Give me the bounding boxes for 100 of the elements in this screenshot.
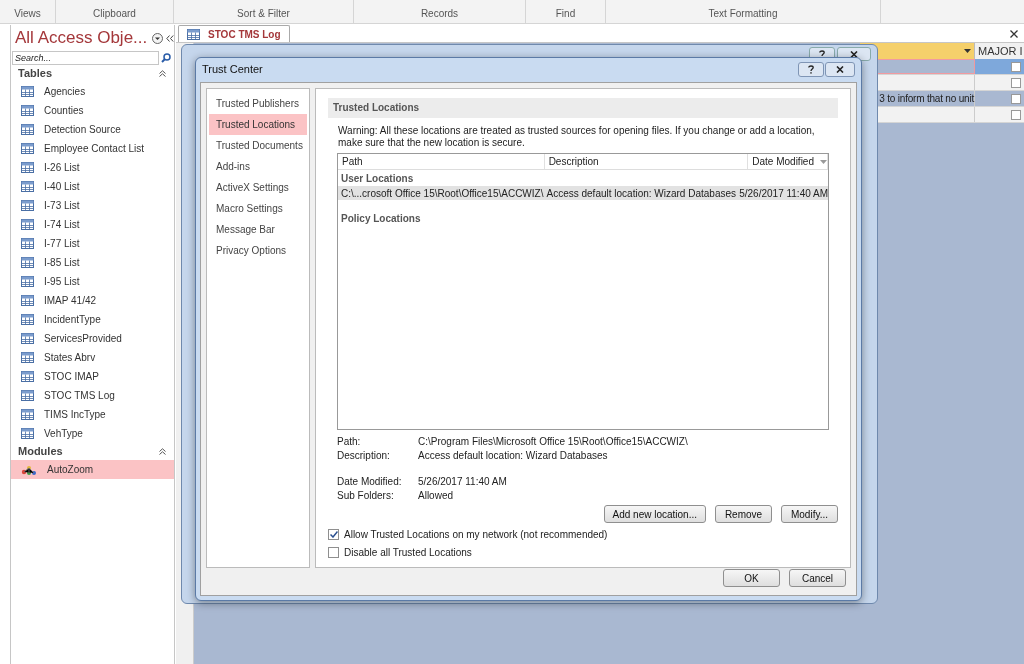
module-icon: [21, 463, 37, 476]
action-button[interactable]: Add new location...: [603, 505, 706, 523]
nav-item[interactable]: Counties: [11, 101, 174, 120]
section-header: Trusted Locations: [328, 98, 838, 118]
table-row[interactable]: C:\...crosoft Office 15\Root\Office15\ACCWIZ\ Access default location: Wizard Databases 5/26/2017 11:40 AM: [338, 186, 828, 200]
nav-item[interactable]: I-95 List: [11, 272, 174, 291]
nav-item[interactable]: I-77 List: [11, 234, 174, 253]
table-icon: [21, 238, 34, 249]
field-label: Path:: [337, 434, 362, 449]
category-item[interactable]: ActiveX Settings: [209, 177, 307, 198]
table-icon: [21, 200, 34, 211]
nav-item[interactable]: IMAP 41/42: [11, 291, 174, 310]
column-header[interactable]: Description: [548, 154, 599, 169]
dialog-button[interactable]: OK: [723, 569, 780, 587]
nav-item[interactable]: I-85 List: [11, 253, 174, 272]
search-field[interactable]: Search...: [12, 51, 159, 65]
table-icon: [21, 295, 34, 306]
group-header: User Locations: [340, 172, 415, 186]
category-item[interactable]: Macro Settings: [209, 198, 307, 219]
collapse-icon[interactable]: [159, 70, 166, 77]
document-tab[interactable]: STOC TMS Log: [178, 25, 290, 42]
checkbox[interactable]: [1011, 77, 1021, 88]
field-value: Access default location: Wizard Databases: [418, 448, 608, 463]
group-header: Policy Locations: [340, 212, 422, 226]
table-icon: [21, 124, 34, 135]
close-icon[interactable]: [1010, 30, 1018, 38]
table-cell[interactable]: [975, 59, 1024, 74]
field-label: Sub Folders:: [337, 488, 395, 503]
close-button[interactable]: [825, 61, 855, 77]
section-header: Modules: [18, 444, 63, 460]
category-item[interactable]: Message Bar: [209, 219, 307, 240]
nav-item[interactable]: Detection Source: [11, 120, 174, 139]
dropdown-icon: [152, 32, 164, 44]
collapse-icon[interactable]: [166, 34, 175, 42]
ribbon-group-label: Find: [555, 7, 576, 21]
collapse-icon[interactable]: [159, 448, 166, 455]
table-cell[interactable]: [975, 107, 1024, 122]
category-item[interactable]: Trusted Publishers: [209, 93, 307, 114]
table-icon: [21, 219, 34, 230]
nav-item[interactable]: STOC TMS Log: [11, 386, 174, 405]
ribbon-group-label: Clipboard: [93, 7, 136, 21]
checkbox[interactable]: [1011, 109, 1021, 120]
table-icon: [21, 276, 34, 287]
table-icon: [21, 371, 34, 382]
nav-item[interactable]: AutoZoom: [11, 460, 174, 479]
nav-item[interactable]: States Abrv: [11, 348, 174, 367]
category-item[interactable]: Privacy Options: [209, 240, 307, 261]
field-value: 5/26/2017 11:40 AM: [418, 474, 507, 489]
category-item[interactable]: Trusted Documents: [209, 135, 307, 156]
field-value: Allowed: [418, 488, 454, 503]
table-icon: [21, 428, 34, 439]
table-icon: [21, 162, 34, 173]
category-item[interactable]: Trusted Locations: [209, 114, 307, 135]
checkbox[interactable]: [328, 528, 339, 540]
ribbon-group-label: Text Formatting: [708, 7, 778, 21]
table-icon: [187, 28, 200, 40]
table-icon: [21, 181, 34, 192]
nav-item[interactable]: Employee Contact List: [11, 139, 174, 158]
table-icon: [21, 409, 34, 420]
nav-item[interactable]: VehType: [11, 424, 174, 443]
pane-title: All Access Obje...: [15, 27, 148, 50]
nav-item[interactable]: I-26 List: [11, 158, 174, 177]
category-item[interactable]: Add-ins: [209, 156, 307, 177]
action-button[interactable]: Remove: [715, 505, 772, 523]
nav-item[interactable]: Agencies: [11, 82, 174, 101]
column-header[interactable]: Path: [342, 154, 363, 169]
dialog-button[interactable]: Cancel: [789, 569, 846, 587]
nav-item[interactable]: I-74 List: [11, 215, 174, 234]
checkbox-label: Allow Trusted Locations on my network (not recommended): [344, 527, 608, 542]
ribbon-group-label: Records: [420, 7, 459, 21]
table-icon: [21, 314, 34, 325]
checkbox[interactable]: [328, 546, 339, 558]
help-button[interactable]: [798, 61, 824, 77]
checkbox[interactable]: [1011, 93, 1021, 104]
table-icon: [21, 143, 34, 154]
ribbon-group-label: Sort & Filter: [237, 7, 290, 21]
nav-item[interactable]: I-40 List: [11, 177, 174, 196]
table-icon: [21, 86, 34, 97]
column-header: MAJOR I: [975, 43, 1024, 59]
column-header[interactable]: Date Modified: [752, 154, 814, 169]
dropdown-icon: [964, 49, 971, 53]
checkbox[interactable]: [1011, 61, 1021, 72]
field-label: Date Modified:: [337, 474, 403, 489]
field-value: C:\Program Files\Microsoft Office 15\Root\Office15\ACCWIZ\: [418, 434, 688, 449]
nav-item[interactable]: I-73 List: [11, 196, 174, 215]
close-icon: [836, 65, 844, 73]
table-icon: [21, 333, 34, 344]
nav-item[interactable]: TIMS IncType: [11, 405, 174, 424]
nav-item[interactable]: IncidentType: [11, 310, 174, 329]
action-button[interactable]: Modify...: [781, 505, 838, 523]
help-icon: [808, 64, 814, 74]
table-icon: [21, 390, 34, 401]
nav-item[interactable]: STOC IMAP: [11, 367, 174, 386]
field-label: Description:: [337, 448, 391, 463]
table-icon: [21, 352, 34, 363]
ribbon-group-label: Views: [14, 7, 41, 21]
table-cell[interactable]: [975, 75, 1024, 90]
section-header: Tables: [18, 66, 53, 82]
nav-item[interactable]: ServicesProvided: [11, 329, 174, 348]
checkbox-label: Disable all Trusted Locations: [344, 545, 472, 560]
